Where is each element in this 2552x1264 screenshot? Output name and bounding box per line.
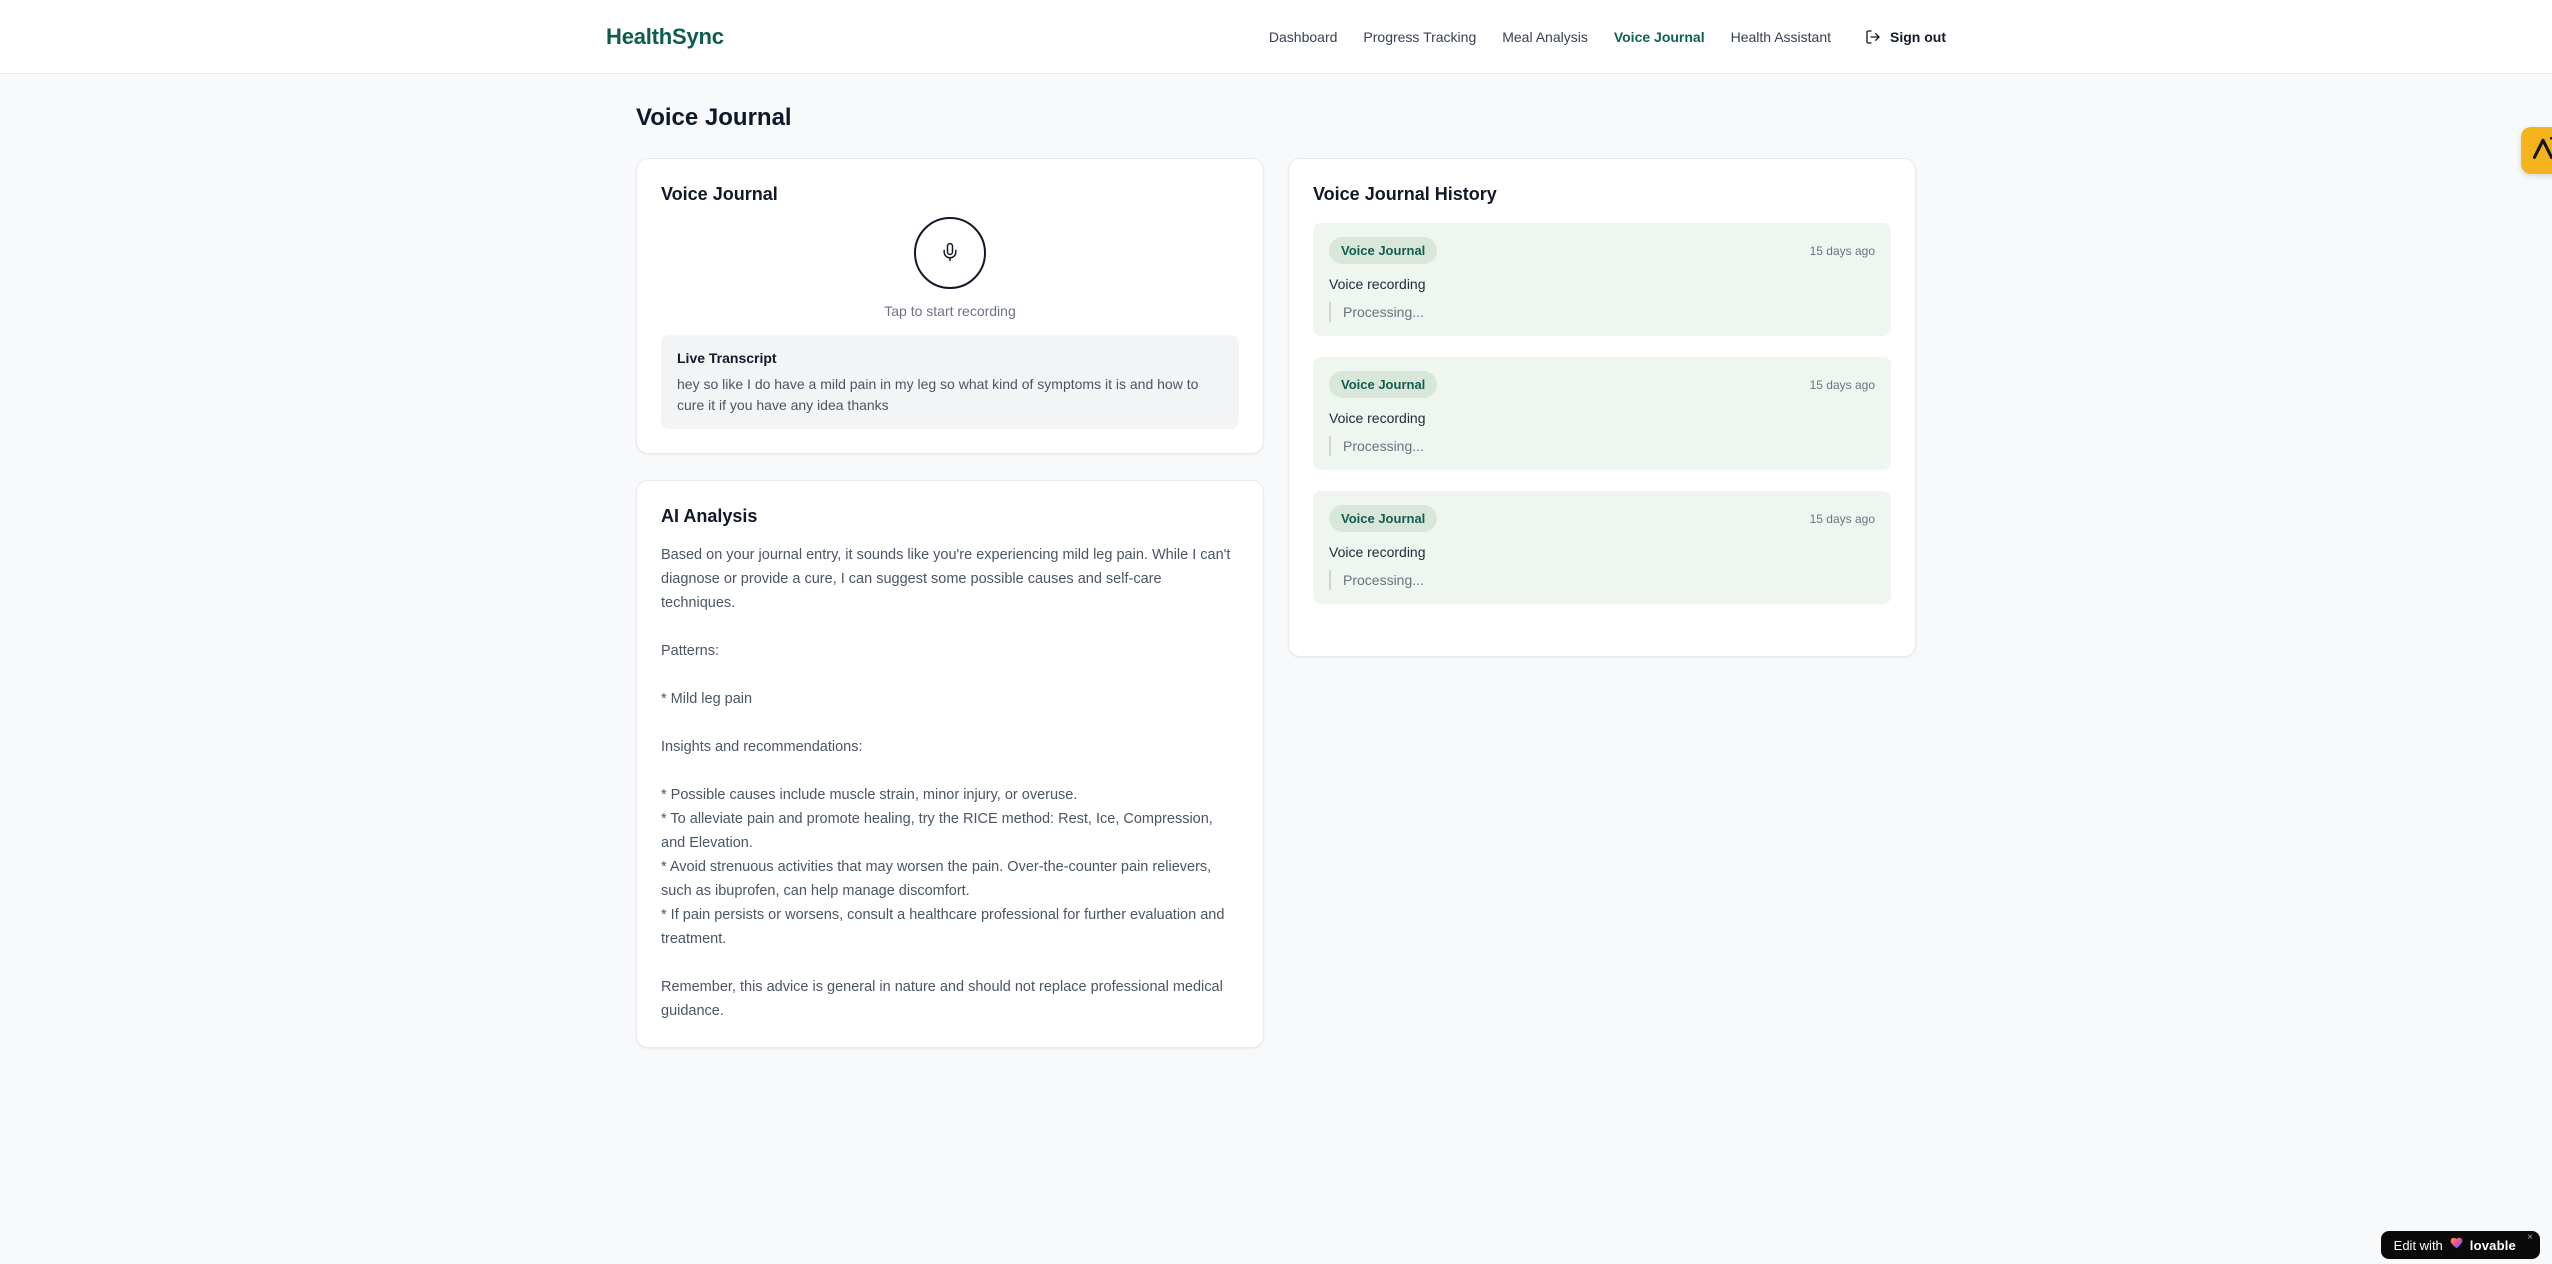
history-card-title: Voice Journal History [1313, 184, 1497, 204]
page-title: Voice Journal [636, 104, 792, 131]
left-column: Voice Journal Tap to start recording Liv… [636, 158, 1264, 1048]
ai-analysis-body: Based on your journal entry, it sounds l… [661, 547, 1231, 1019]
entry-timestamp: 15 days ago [1809, 243, 1875, 258]
history-entry[interactable]: Voice Journal 15 days ago Voice recordin… [1313, 223, 1891, 336]
history-entry[interactable]: Voice Journal 15 days ago Voice recordin… [1313, 357, 1891, 470]
launcher-logo-icon [2529, 134, 2552, 167]
side-launcher-button[interactable] [2521, 127, 2552, 174]
ai-analysis-card: AI Analysis Based on your journal entry,… [636, 480, 1264, 1048]
tap-to-record-hint: Tap to start recording [884, 303, 1016, 319]
microphone-icon [940, 242, 960, 265]
nav-item-dashboard[interactable]: Dashboard [1269, 29, 1338, 45]
ai-analysis-card-title: AI Analysis [661, 506, 758, 526]
entry-timestamp: 15 days ago [1809, 377, 1875, 392]
entry-type-badge: Voice Journal [1329, 371, 1438, 398]
live-transcript-box: Live Transcript hey so like I do have a … [661, 335, 1239, 429]
sign-out-label: Sign out [1890, 28, 1946, 45]
log-out-icon [1865, 29, 1881, 45]
edit-with-lovable-badge[interactable]: Edit with lovable × [2380, 1231, 2540, 1259]
right-column: Voice Journal History Voice Journal 15 d… [1288, 158, 1916, 657]
nav-item-health-assistant[interactable]: Health Assistant [1731, 29, 1831, 45]
live-transcript-title: Live Transcript [677, 350, 777, 366]
nav-item-voice-journal[interactable]: Voice Journal [1614, 29, 1705, 45]
content-grid: Voice Journal Tap to start recording Liv… [636, 158, 1916, 1048]
main-content: Voice Journal Voice Journal Tap to start… [636, 74, 1916, 1048]
entry-type-badge: Voice Journal [1329, 237, 1438, 264]
main-nav: Dashboard Progress Tracking Meal Analysi… [1269, 29, 1946, 45]
voice-journal-history-card: Voice Journal History Voice Journal 15 d… [1288, 158, 1916, 657]
voice-journal-card: Voice Journal Tap to start recording Liv… [636, 158, 1264, 454]
entry-processing-status: Processing... [1329, 436, 1875, 456]
entry-label: Voice recording [1329, 544, 1426, 560]
entry-type-badge: Voice Journal [1329, 505, 1438, 532]
header-inner: HealthSync Dashboard Progress Tracking M… [606, 0, 1946, 73]
heart-icon [2449, 1236, 2464, 1255]
edit-with-label: Edit with [2393, 1237, 2443, 1253]
app-header: HealthSync Dashboard Progress Tracking M… [0, 0, 2552, 74]
entry-timestamp: 15 days ago [1809, 511, 1875, 526]
history-entry-header: Voice Journal 15 days ago [1329, 505, 1875, 532]
history-entry-header: Voice Journal 15 days ago [1329, 371, 1875, 398]
entry-label: Voice recording [1329, 276, 1426, 292]
lovable-brand-label: lovable [2469, 1237, 2516, 1253]
entry-label: Voice recording [1329, 410, 1426, 426]
nav-item-meal-analysis[interactable]: Meal Analysis [1502, 29, 1588, 45]
history-entry[interactable]: Voice Journal 15 days ago Voice recordin… [1313, 491, 1891, 604]
nav-item-progress-tracking[interactable]: Progress Tracking [1363, 29, 1476, 45]
app-logo[interactable]: HealthSync [606, 24, 724, 50]
close-icon[interactable]: × [2527, 1233, 2533, 1243]
record-button[interactable] [914, 217, 986, 289]
history-list: Voice Journal 15 days ago Voice recordin… [1313, 223, 1891, 604]
voice-journal-card-title: Voice Journal [661, 184, 778, 204]
live-transcript-text: hey so like I do have a mild pain in my … [677, 376, 1199, 413]
sign-out-button[interactable]: Sign out [1865, 29, 1946, 45]
entry-processing-status: Processing... [1329, 302, 1875, 322]
history-entry-header: Voice Journal 15 days ago [1329, 237, 1875, 264]
entry-processing-status: Processing... [1329, 570, 1875, 590]
recorder-area: Tap to start recording [661, 217, 1239, 319]
